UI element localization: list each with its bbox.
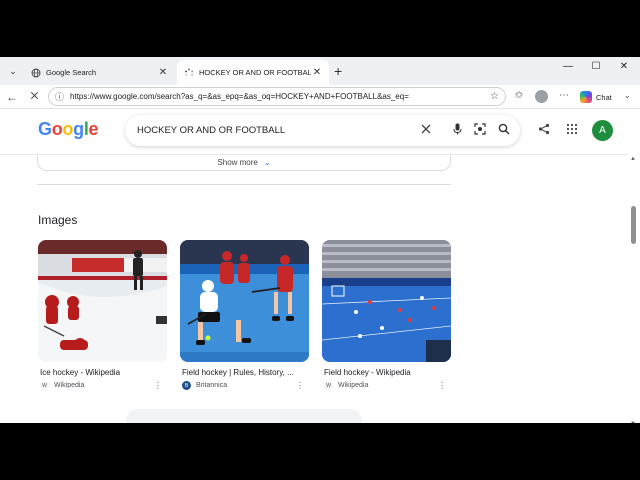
address-bar-row: ← ⓘ https://www.google.com/search?as_q=&… (0, 85, 640, 109)
search-input[interactable]: HOCKEY OR AND OR FOOTBALL (135, 125, 409, 136)
scrollbar-thumb[interactable] (631, 206, 636, 244)
close-tab-icon[interactable]: ✕ (157, 67, 169, 78)
image-result[interactable]: Ice hockey - Wikipedia W Wikipedia ⋮ (38, 240, 168, 390)
source-name: Britannica (196, 382, 228, 389)
chevron-down-icon[interactable]: ⌄ (624, 91, 631, 100)
site-info-icon[interactable]: ⓘ (55, 90, 64, 103)
chevron-down-icon: ⌄ (263, 158, 271, 167)
close-window-icon[interactable]: ✕ (614, 61, 634, 72)
browser-window: ⌄ Google Search ✕ HOCKEY OR AND OR FOOTB… (0, 57, 640, 423)
image-title[interactable]: Ice hockey - Wikipedia (38, 368, 166, 377)
tab-title: Google Search (46, 68, 97, 77)
image-result[interactable]: Field hockey - Wikipedia W Wikipedia ⋮ (322, 240, 452, 390)
scroll-up-icon[interactable]: ▲ (630, 156, 636, 162)
tab-hockey-search[interactable]: HOCKEY OR AND OR FOOTBALL ✕ (177, 60, 329, 85)
google-logo[interactable]: Google (38, 119, 99, 140)
image-source[interactable]: W Wikipedia ⋮ (38, 381, 168, 390)
star-icon[interactable]: ☆ (490, 91, 499, 102)
address-bar[interactable]: ⓘ https://www.google.com/search?as_q=&as… (48, 87, 506, 106)
logo-letter: G (38, 119, 52, 139)
logo-letter: e (88, 119, 99, 139)
apps-grid-icon[interactable] (566, 123, 578, 138)
search-icon[interactable] (498, 123, 510, 138)
more-menu-icon[interactable]: ⋯ (557, 90, 571, 101)
search-box[interactable]: HOCKEY OR AND OR FOOTBALL (125, 115, 520, 146)
maximize-icon[interactable]: ☐ (586, 61, 606, 72)
image-source[interactable]: W Wikipedia ⋮ (322, 381, 452, 390)
lens-icon[interactable] (474, 123, 486, 138)
image-result[interactable]: Field hockey | Rules, History, ... B Bri… (180, 240, 310, 390)
show-more-images-button[interactable] (126, 409, 362, 423)
source-name: Wikipedia (338, 382, 369, 389)
britannica-icon: B (182, 381, 191, 390)
new-tab-icon[interactable]: + (334, 62, 342, 80)
more-options-icon[interactable]: ⋮ (154, 381, 162, 390)
account-avatar[interactable]: A (592, 120, 613, 141)
minimize-icon[interactable]: — (558, 61, 578, 72)
chat-label: Chat (596, 92, 612, 102)
profile-avatar[interactable] (535, 90, 548, 103)
tab-strip: ⌄ Google Search ✕ HOCKEY OR AND OR FOOTB… (0, 57, 640, 85)
globe-icon (30, 67, 41, 78)
scrollbar[interactable]: ▲ ▼ (628, 156, 640, 423)
back-icon[interactable]: ← (4, 89, 20, 105)
loading-icon (183, 67, 194, 78)
images-heading: Images (38, 213, 78, 227)
show-more-button[interactable]: Show more ⌄ (37, 155, 451, 171)
wikipedia-icon: W (324, 381, 333, 390)
search-results-page: Google HOCKEY OR AND OR FOOTBALL A Show … (0, 109, 640, 423)
show-more-label: Show more (217, 158, 258, 167)
image-title[interactable]: Field hockey - Wikipedia (322, 368, 450, 377)
more-options-icon[interactable]: ⋮ (438, 381, 446, 390)
image-source[interactable]: B Britannica ⋮ (180, 381, 310, 390)
tab-title: HOCKEY OR AND OR FOOTBALL (199, 68, 311, 77)
logo-letter: g (73, 119, 84, 139)
reload-icon[interactable] (26, 89, 42, 105)
field-hockey-stadium-thumbnail[interactable] (322, 240, 451, 362)
image-title[interactable]: Field hockey | Rules, History, ... (180, 368, 308, 377)
source-name: Wikipedia (54, 382, 85, 389)
google-header: Google HOCKEY OR AND OR FOOTBALL A (0, 109, 628, 155)
favorites-icon[interactable]: ✩ (512, 90, 526, 101)
tab-google-search[interactable]: Google Search ✕ (24, 60, 175, 85)
tab-actions-icon[interactable]: ⌄ (4, 62, 22, 80)
more-options-icon[interactable]: ⋮ (296, 381, 304, 390)
url-text[interactable]: https://www.google.com/search?as_q=&as_e… (70, 92, 490, 101)
chat-button[interactable]: Chat (580, 89, 612, 105)
share-icon[interactable] (538, 123, 550, 138)
logo-letter: o (62, 119, 74, 139)
microphone-icon[interactable] (453, 123, 462, 138)
copilot-icon (580, 91, 592, 103)
clear-icon[interactable] (421, 124, 431, 137)
section-divider (37, 184, 451, 185)
wikipedia-icon: W (40, 381, 49, 390)
close-tab-icon[interactable]: ✕ (311, 67, 323, 78)
field-hockey-thumbnail[interactable] (180, 240, 309, 362)
scroll-down-icon[interactable]: ▼ (630, 421, 636, 423)
ice-hockey-thumbnail[interactable] (38, 240, 167, 362)
logo-letter: o (51, 119, 63, 139)
